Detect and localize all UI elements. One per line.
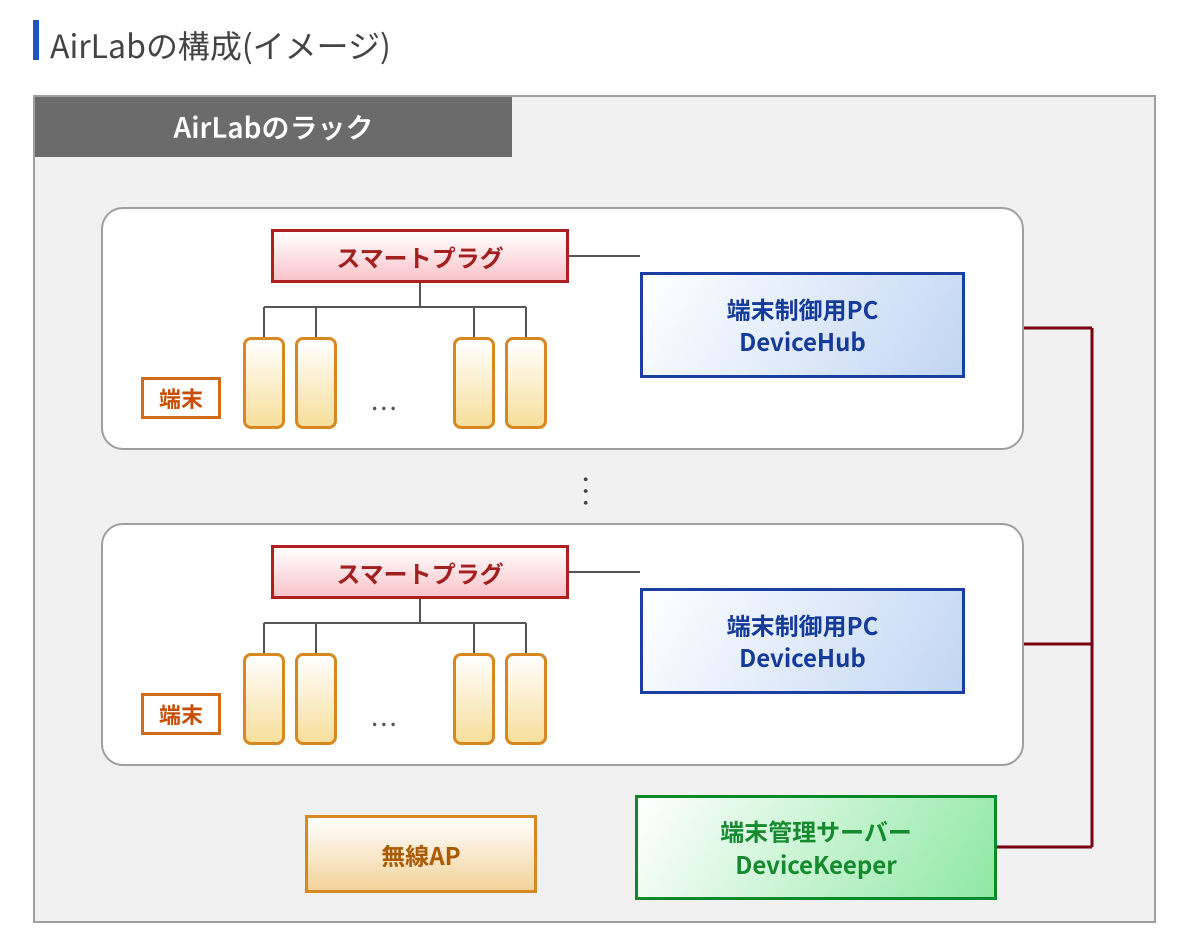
- terminal-slot: [295, 653, 337, 745]
- device-hub-line1: 端末制御用PC: [727, 609, 879, 641]
- device-hub-box: 端末制御用PC DeviceHub: [640, 588, 965, 694]
- smart-plug-box: スマートプラグ: [271, 545, 569, 599]
- terminal-slot: [295, 337, 337, 429]
- rack-unit-2: スマートプラグ 端末 ... 端末制御用PC DeviceHub: [101, 523, 1024, 766]
- wireless-ap-box: 無線AP: [305, 815, 537, 893]
- terminal-slot: [505, 337, 547, 429]
- terminal-label: 端末: [141, 693, 221, 735]
- diagram-frame: AirLabのラック スマートプラグ 端末 ...: [33, 95, 1156, 923]
- terminal-slot: [453, 337, 495, 429]
- terminal-slot: [505, 653, 547, 745]
- device-hub-box: 端末制御用PC DeviceHub: [640, 272, 965, 378]
- terminal-slot: [243, 653, 285, 745]
- page-title: AirLabの構成(イメージ): [50, 22, 391, 68]
- rack-unit-1: スマートプラグ 端末 ... 端末制御用PC DeviceHub: [101, 207, 1024, 450]
- device-hub-line2: DeviceHub: [739, 325, 866, 357]
- device-hub-line2: DeviceHub: [739, 641, 866, 673]
- vertical-dots-icon: ...: [575, 475, 615, 510]
- device-keeper-line2: DeviceKeeper: [735, 848, 896, 880]
- terminal-label: 端末: [141, 377, 221, 419]
- dots-icon: ...: [371, 697, 399, 734]
- smart-plug-box: スマートプラグ: [271, 229, 569, 283]
- dots-icon: ...: [371, 381, 399, 418]
- device-keeper-line1: 端末管理サーバー: [720, 815, 912, 847]
- terminal-slot: [453, 653, 495, 745]
- terminal-slot: [243, 337, 285, 429]
- heading-accent: [33, 20, 39, 60]
- device-keeper-box: 端末管理サーバー DeviceKeeper: [635, 795, 997, 900]
- rack-tab: AirLabのラック: [35, 97, 512, 157]
- device-hub-line1: 端末制御用PC: [727, 293, 879, 325]
